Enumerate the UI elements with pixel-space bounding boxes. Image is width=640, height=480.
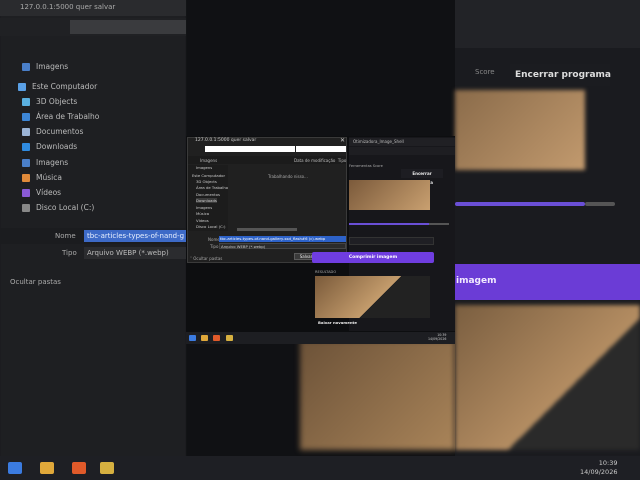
blurred-nav-item[interactable]: Imagens [22, 62, 68, 71]
blurred-quality-slider[interactable] [455, 202, 585, 206]
blurred-dialog-title: 127.0.0.1:5000 quer salvar [20, 3, 116, 11]
end-program-button[interactable]: Encerrar programa [401, 169, 443, 185]
blurred-end-program-button[interactable]: Encerrar programa [515, 70, 611, 80]
source-image-preview [349, 180, 430, 210]
images-icon [22, 159, 30, 167]
blurred-tab-score[interactable]: Score [475, 68, 495, 76]
dialog-search-input[interactable] [296, 146, 346, 152]
document-icon [22, 128, 30, 136]
dialog-nav-item[interactable]: Imagens [196, 165, 212, 170]
windows-start-icon[interactable] [189, 335, 196, 341]
result-label: RESULTADO [315, 270, 337, 274]
blurred-nav-item[interactable]: Área de Trabalho [22, 112, 99, 121]
blurred-nav-item[interactable]: Downloads [22, 142, 77, 151]
windows-start-icon[interactable] [8, 462, 22, 474]
blurred-nav-item[interactable]: Documentos [22, 127, 83, 136]
blurred-nav-item[interactable]: 3D Objects [22, 97, 77, 106]
dialog-nav-item[interactable]: 3D Objects [196, 179, 217, 184]
desktop-icon [22, 113, 30, 121]
result-image-preview [315, 276, 430, 318]
blurred-nav-item[interactable]: Imagens [22, 158, 68, 167]
blurred-nav-item[interactable]: Música [22, 173, 62, 182]
dialog-address-bar[interactable] [205, 146, 295, 152]
music-icon [22, 174, 30, 182]
dialog-organize-label[interactable]: Imagens [200, 158, 217, 163]
dialog-title: 127.0.0.1:5000 quer salvar [195, 138, 257, 143]
dialog-sort-header[interactable]: Data de modificação Tipo [294, 158, 346, 163]
app-nav-tabs[interactable]: Ferramentas Score [349, 164, 383, 168]
taskbar-clock: 10:39 14/09/2026 [580, 459, 618, 476]
blurred-photo [455, 90, 585, 170]
brave-browser-icon[interactable] [72, 462, 86, 474]
blurred-nav-item[interactable]: Vídeos [22, 188, 61, 197]
file-explorer-icon[interactable] [201, 335, 208, 341]
browser-toolbar [349, 147, 455, 155]
cube-icon [22, 98, 30, 106]
blurred-filetype-select[interactable]: Arquivo WEBP (*.webp) [84, 247, 189, 259]
computer-icon [18, 83, 26, 91]
horizontal-scrollbar[interactable] [237, 228, 297, 231]
brave-browser-icon[interactable] [213, 335, 220, 341]
app-icon[interactable] [226, 335, 233, 341]
blurred-slider-track [585, 202, 615, 206]
blurred-browser-toolbar [455, 0, 640, 48]
filetype-select[interactable]: Arquivo WEBP (*.webp) [219, 243, 346, 249]
dialog-nav-item[interactable]: Música [196, 211, 209, 216]
download-icon [22, 143, 30, 151]
blurred-name-label: Nome [55, 232, 76, 240]
blurred-address-input[interactable] [70, 20, 186, 34]
drive-icon [22, 204, 30, 212]
quality-slider[interactable] [349, 223, 429, 225]
close-icon[interactable]: ✕ [340, 137, 345, 144]
video-icon [22, 189, 30, 197]
download-again-button[interactable]: Baixar novamente [318, 320, 357, 325]
blurred-filename-input[interactable]: tbc-articles-types-of-nand-g [84, 230, 189, 242]
images-icon [22, 63, 30, 71]
compress-image-button[interactable]: Comprimir imagem [312, 252, 434, 263]
blurred-photo [300, 340, 455, 450]
app-icon[interactable] [100, 462, 114, 474]
dialog-nav-item[interactable]: Imagens [196, 205, 212, 210]
filename-input[interactable]: tbc-articles-types-of-nand-gallery-ssd_f… [219, 236, 346, 242]
filetype-label: Tipo [210, 244, 219, 249]
dialog-nav-item[interactable]: Este Computador [192, 173, 225, 178]
blurred-compress-label: imagem [456, 276, 497, 286]
blurred-nav-item[interactable]: Disco Local (C:) [22, 203, 94, 212]
dialog-nav-item[interactable]: Documentos [196, 192, 220, 197]
format-select[interactable] [349, 237, 434, 245]
blurred-hide-folders[interactable]: Ocultar pastas [10, 278, 61, 286]
dialog-nav-item[interactable]: Disco Local (C:) [196, 224, 226, 229]
slider-track [429, 223, 449, 225]
file-explorer-icon[interactable] [40, 462, 54, 474]
dialog-nav-item[interactable]: Vídeos [196, 218, 209, 223]
browser-tab[interactable]: Otimizadora_Image_Shell [349, 138, 455, 146]
taskbar [0, 456, 640, 480]
dialog-status: Trabalhando nisso... [268, 174, 308, 179]
blurred-result-photo [455, 305, 640, 450]
blurred-nav-item[interactable]: Este Computador [18, 82, 97, 91]
blurred-type-label: Tipo [62, 249, 77, 257]
frame-taskbar-clock: 10:39 14/09/2026 [428, 333, 447, 341]
hide-folders-toggle[interactable]: ˄ Ocultar pastas [190, 256, 222, 261]
dialog-nav-item-selected[interactable]: Downloads [196, 198, 217, 203]
dialog-nav-item[interactable]: Área de Trabalho [196, 185, 228, 190]
